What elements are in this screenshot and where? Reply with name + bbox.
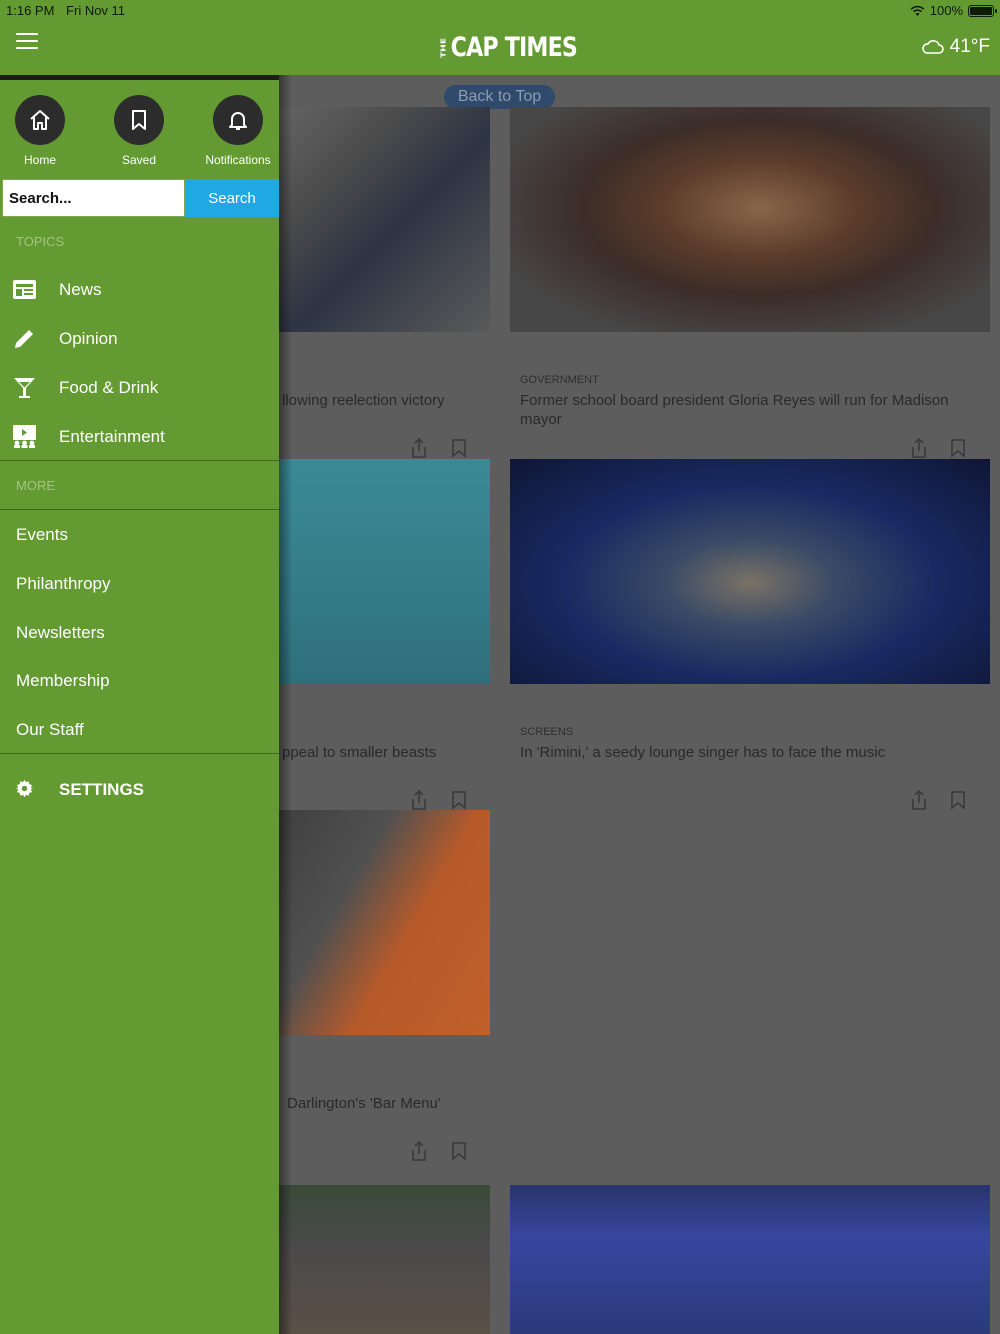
search-button[interactable]: Search	[185, 179, 279, 217]
article-card[interactable]: ppeal to smaller beasts	[270, 459, 490, 819]
quick-link-label: Saved	[121, 153, 157, 167]
side-menu: Home Saved Notifications Search TOPICS N…	[0, 75, 279, 1334]
theater-icon	[13, 425, 36, 448]
home-icon	[30, 110, 50, 130]
menu-item-our-staff[interactable]: Our Staff	[16, 720, 84, 740]
article-photo	[270, 107, 490, 332]
topic-news[interactable]: News	[0, 265, 279, 314]
article-photo	[510, 1185, 990, 1334]
topic-label: Entertainment	[59, 427, 165, 446]
menu-divider	[0, 753, 279, 754]
article-card[interactable]: llowing reelection victory	[270, 107, 490, 467]
menu-divider	[0, 460, 279, 461]
article-category: GOVERNMENT	[520, 374, 599, 386]
quick-link-label: Home	[23, 153, 56, 167]
article-category: SCREENS	[520, 726, 574, 738]
menu-search: Search	[0, 177, 279, 217]
menu-item-philanthropy[interactable]: Philanthropy	[16, 574, 111, 594]
more-heading: MORE	[16, 478, 55, 493]
article-photo	[510, 459, 990, 684]
topic-label: News	[59, 280, 102, 299]
article-photo	[510, 107, 990, 332]
menu-top-border	[0, 75, 279, 80]
logo-the: THE	[440, 37, 449, 58]
article-card[interactable]: GOVERNMENT Former school board president…	[510, 107, 990, 467]
menu-item-newsletters[interactable]: Newsletters	[16, 623, 105, 643]
bookmark-icon[interactable]	[450, 437, 468, 459]
menu-item-membership[interactable]: Membership	[16, 671, 110, 691]
weather-widget[interactable]: 41°F	[921, 36, 990, 58]
menu-item-events[interactable]: Events	[16, 525, 68, 545]
share-icon[interactable]	[410, 437, 428, 459]
settings-label: SETTINGS	[59, 780, 145, 799]
status-date: Fri Nov 11	[66, 3, 126, 18]
battery-percent: 100%	[929, 3, 963, 18]
article-card[interactable]: Darlington's 'Bar Menu'	[270, 810, 490, 1170]
battery-icon	[968, 4, 997, 17]
quick-link-saved[interactable]: Saved	[94, 95, 184, 167]
article-headline: ppeal to smaller beasts	[282, 744, 437, 761]
article-headline: In 'Rimini,' a seedy lounge singer has t…	[520, 744, 886, 761]
share-icon[interactable]	[410, 789, 428, 811]
back-to-top-button[interactable]: Back to Top	[444, 85, 555, 109]
article-card[interactable]	[510, 1185, 990, 1334]
topics-heading: TOPICS	[16, 234, 65, 249]
bookmark-icon[interactable]	[450, 1140, 468, 1162]
share-icon[interactable]	[910, 437, 928, 459]
article-headline: Darlington's 'Bar Menu'	[287, 1095, 441, 1112]
quick-link-notifications[interactable]: Notifications	[193, 95, 283, 167]
quick-link-label: Notifications	[205, 153, 271, 167]
quick-link-home[interactable]: Home	[0, 95, 85, 167]
cocktail-icon	[14, 378, 35, 398]
bookmark-icon[interactable]	[949, 437, 967, 459]
article-photo	[270, 810, 490, 1035]
wifi-icon	[910, 5, 925, 16]
article-photo	[270, 459, 490, 684]
article-headline: llowing reelection victory	[282, 392, 445, 409]
bookmark-icon[interactable]	[949, 789, 967, 811]
temperature: 41°F	[949, 36, 990, 57]
share-icon[interactable]	[910, 789, 928, 811]
hamburger-icon[interactable]	[16, 33, 38, 49]
status-time: 1:16 PM	[6, 3, 55, 18]
gear-icon	[15, 779, 34, 798]
article-card[interactable]	[270, 1185, 490, 1334]
bell-icon	[229, 112, 247, 130]
newspaper-icon	[13, 280, 36, 299]
article-headline: Former school board president Gloria Rey…	[520, 392, 949, 428]
article-photo	[270, 1185, 490, 1334]
topic-opinion[interactable]: Opinion	[0, 314, 279, 363]
status-bar: 1:16 PM Fri Nov 11 100%	[6, 2, 997, 20]
topic-label: Food & Drink	[59, 378, 159, 397]
app-header: 1:16 PM Fri Nov 11 100% THE CAP TIMES 41…	[0, 0, 1000, 75]
topic-entertainment[interactable]: Entertainment	[0, 412, 279, 461]
share-icon[interactable]	[410, 1140, 428, 1162]
pencil-icon	[15, 330, 33, 348]
menu-divider	[0, 509, 279, 510]
settings-button[interactable]: SETTINGS	[0, 765, 279, 814]
bookmark-icon[interactable]	[450, 789, 468, 811]
menu-shadow	[278, 75, 292, 1334]
bookmark-icon	[132, 110, 146, 130]
article-card[interactable]: SCREENS In 'Rimini,' a seedy lounge sing…	[510, 459, 990, 819]
logo-text: CAP TIMES	[450, 32, 578, 63]
search-input[interactable]	[2, 179, 185, 217]
topic-food-drink[interactable]: Food & Drink	[0, 363, 279, 412]
cloud-icon	[921, 40, 944, 54]
topic-label: Opinion	[59, 329, 118, 348]
cap-times-logo[interactable]: THE CAP TIMES	[440, 32, 578, 63]
